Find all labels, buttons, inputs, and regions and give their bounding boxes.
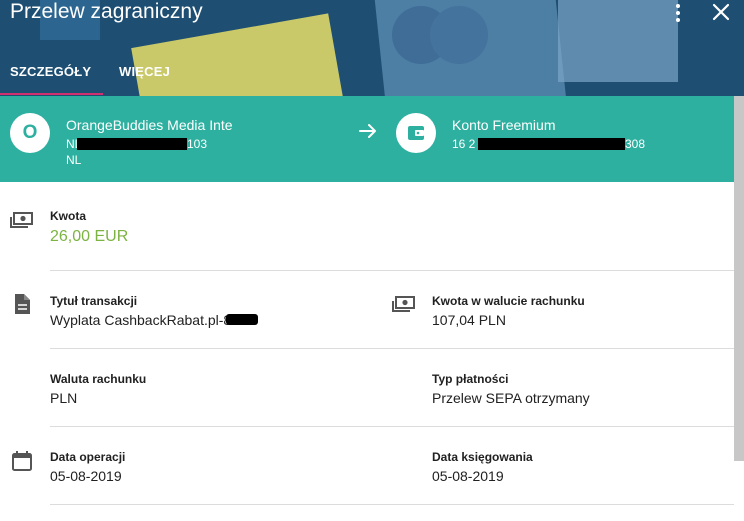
redaction-bar <box>77 138 187 150</box>
money-icon <box>392 296 415 312</box>
amount-label: Kwota <box>50 209 86 223</box>
calendar-icon <box>12 451 32 471</box>
amount-value: 26,00 EUR <box>50 228 129 245</box>
arrow-right-icon <box>359 124 376 138</box>
divider <box>50 504 734 505</box>
page-title: Przelew zagraniczny <box>10 0 203 23</box>
recipient-account-suffix: 308 <box>625 137 646 151</box>
sender-name: OrangeBuddies Media Inte <box>66 117 233 133</box>
operation-date-value: 05-08-2019 <box>50 468 122 484</box>
transaction-title-value: Wyplata CashbackRabat.pl-8 <box>50 312 232 328</box>
transaction-title-label: Tytuł transakcji <box>50 294 138 308</box>
booking-date-value: 05-08-2019 <box>432 468 504 484</box>
account-currency-label: Waluta rachunku <box>50 372 147 386</box>
recipient-avatar <box>396 113 436 153</box>
sender-initial: O <box>22 122 38 143</box>
payment-type-label: Typ płatności <box>432 372 509 386</box>
money-icon <box>10 212 33 228</box>
operation-date-label: Data operacji <box>50 450 126 464</box>
account-currency-amount-label: Kwota w walucie rachunku <box>432 294 585 308</box>
payment-type-value: Przelew SEPA otrzymany <box>432 390 590 406</box>
recipient-account-prefix: 16 2 <box>452 137 476 151</box>
divider <box>50 426 734 427</box>
recipient-name: Konto Freemium <box>452 117 556 133</box>
banknote-circle-decoration <box>430 6 488 64</box>
tab-more[interactable]: WIĘCEJ <box>119 64 170 79</box>
tab-details[interactable]: SZCZEGÓŁY <box>10 64 91 79</box>
booking-date-label: Data księgowania <box>432 450 533 464</box>
redaction-bar <box>226 314 258 325</box>
banknote-decoration <box>131 13 345 96</box>
more-options-icon[interactable] <box>670 4 686 24</box>
wallet-icon <box>408 126 424 140</box>
sender-country: NL <box>66 153 82 167</box>
account-currency-amount-value: 107,04 PLN <box>432 312 506 328</box>
document-icon <box>15 294 30 314</box>
sender-avatar: O <box>10 113 50 153</box>
account-currency-value: PLN <box>50 390 78 406</box>
banknote-decoration <box>558 0 678 82</box>
close-icon[interactable] <box>712 3 730 21</box>
app-header: Przelew zagraniczny SZCZEGÓŁY WIĘCEJ <box>0 0 744 96</box>
active-tab-indicator <box>0 93 103 95</box>
divider <box>50 270 734 271</box>
divider <box>50 348 734 349</box>
sender-account-suffix: 103 <box>187 137 208 151</box>
scrollbar[interactable] <box>734 96 744 461</box>
redaction-bar <box>478 138 625 150</box>
